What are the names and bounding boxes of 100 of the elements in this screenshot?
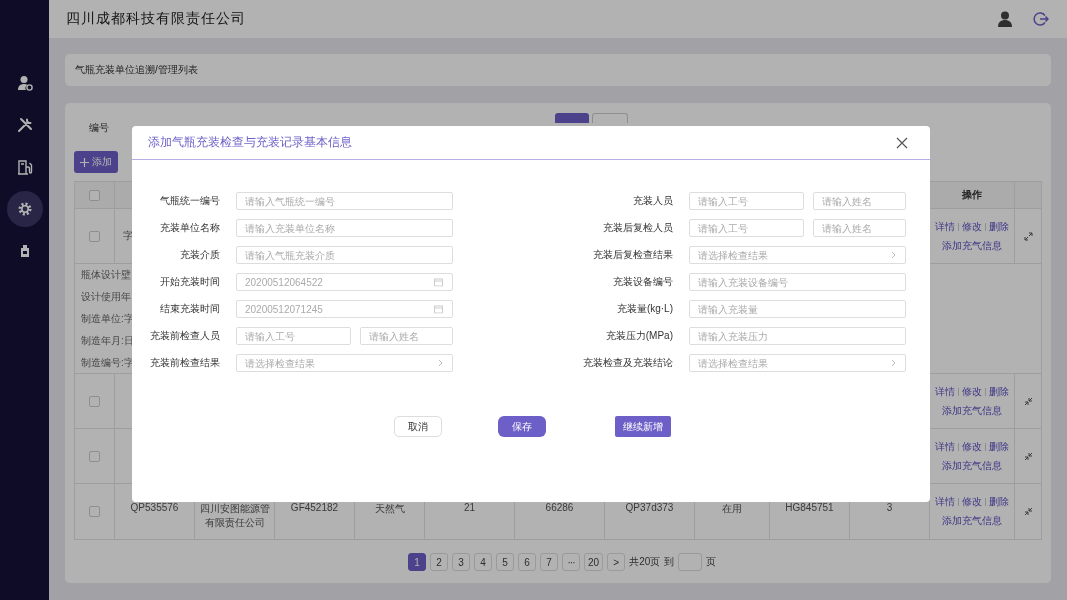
action-link[interactable]: 详情 (935, 384, 955, 399)
field-label: 开始充装时间 (159, 275, 220, 289)
table-cell: 3 (886, 502, 893, 513)
table-cell: 在用 (722, 502, 742, 516)
input-field[interactable]: 请输入气瓶充装介质 (236, 246, 453, 264)
action-link[interactable]: 修改 (962, 495, 982, 509)
table-cell: QP37d373 (625, 502, 674, 513)
input-field[interactable]: 请输入姓名 (813, 192, 906, 210)
field-label: 充装设备编号 (612, 275, 673, 289)
checkbox[interactable] (89, 506, 100, 517)
close-icon[interactable] (896, 136, 908, 149)
action-link[interactable]: 修改 (962, 384, 982, 399)
settings-icon (16, 201, 33, 217)
action-link[interactable]: 添加充气信息 (942, 403, 1002, 418)
table-cell: HG845751 (785, 502, 834, 513)
field-label: 气瓶统一编号 (159, 194, 220, 208)
checkbox[interactable] (89, 189, 100, 201)
user-gear-icon (16, 75, 33, 91)
save-button[interactable]: 保存 (498, 416, 546, 437)
input-field[interactable]: 请输入工号 (689, 219, 805, 237)
table-cell: 四川安图能源管有限责任公司 (198, 502, 271, 530)
page-button[interactable]: 1 (408, 553, 426, 571)
checkbox[interactable] (89, 450, 100, 462)
field-label: 充装前检查人员 (149, 329, 220, 343)
page-button[interactable]: 4 (474, 553, 492, 571)
select-field[interactable]: 请选择检查结果 (236, 354, 453, 372)
date-field[interactable]: 20200512071245 (236, 300, 453, 318)
page-unit: 页 (706, 555, 717, 569)
action-link[interactable]: 添加充气信息 (942, 238, 1002, 253)
action-link[interactable]: 详情 (935, 495, 955, 509)
field-label: 充装单位名称 (159, 221, 220, 235)
add-button[interactable]: 添加 (74, 151, 118, 173)
action-link[interactable]: 删除 (989, 219, 1009, 234)
table-cell: 字 (123, 229, 133, 243)
field-label: 充装压力(MPa) (604, 329, 673, 343)
field-label: 充装前检查结果 (149, 356, 220, 370)
table-cell: QP535576 (130, 502, 179, 513)
checkbox[interactable] (89, 230, 100, 242)
next-page-button[interactable]: > (607, 553, 626, 571)
select-field[interactable]: 请选择检查结果 (689, 354, 906, 372)
cancel-button[interactable]: 取消 (394, 416, 442, 437)
chevron-icon (891, 251, 896, 259)
field-label: 充装量(kg·L) (615, 302, 673, 316)
action-link[interactable]: 详情 (935, 219, 955, 234)
tools-icon (16, 117, 33, 133)
page-input[interactable] (678, 553, 703, 571)
logout-icon[interactable] (1033, 11, 1049, 27)
page-button[interactable]: 5 (496, 553, 514, 571)
input-field[interactable]: 请输入充装单位名称 (236, 219, 453, 237)
action-link[interactable]: 修改 (962, 219, 982, 234)
plus-icon (80, 157, 89, 167)
chevron-icon (891, 359, 896, 367)
field-label: 充装后复检查结果 (592, 248, 673, 262)
page-button[interactable]: 7 (540, 553, 558, 571)
page-button[interactable]: 6 (518, 553, 536, 571)
action-link[interactable]: 详情 (935, 439, 955, 454)
user-icon[interactable] (997, 11, 1013, 27)
collapse-icon[interactable] (1023, 507, 1033, 516)
page-button[interactable]: 20 (584, 553, 604, 571)
page-button[interactable]: 2 (430, 553, 448, 571)
table-cell: 天然气 (374, 502, 405, 516)
input-field[interactable]: 请输入工号 (689, 192, 805, 210)
action-link[interactable]: 删除 (989, 384, 1009, 399)
field-label: 充装后复检人员 (602, 221, 673, 235)
expand-icon[interactable] (1023, 231, 1033, 241)
detail-text: 制造年月:日 (81, 333, 134, 348)
page-total: 共20页 (629, 555, 661, 569)
action-link[interactable]: 删除 (989, 439, 1009, 454)
action-link[interactable]: 添加充气信息 (942, 514, 1002, 528)
page-button[interactable]: 3 (452, 553, 470, 571)
collapse-icon[interactable] (1023, 396, 1033, 406)
select-field[interactable]: 请选择检查结果 (689, 246, 906, 264)
field-label: 充装人员 (632, 194, 673, 208)
input-field[interactable]: 请输入气瓶统一编号 (236, 192, 453, 210)
table-cell: 21 (463, 502, 476, 513)
checkbox[interactable] (89, 395, 100, 407)
continue-button[interactable]: 继续新增 (615, 416, 671, 437)
date-field[interactable]: 20200512064522 (236, 273, 453, 291)
calendar-icon (434, 277, 443, 287)
detail-text: 设计使用年 (81, 289, 131, 304)
dialog-title: 添加气瓶充装检查与充装记录基本信息 (148, 134, 352, 151)
collapse-icon[interactable] (1023, 451, 1033, 461)
input-field[interactable]: 请输入充装设备编号 (689, 273, 906, 291)
input-field[interactable]: 请输入姓名 (360, 327, 453, 345)
sidebar-item[interactable] (6, 191, 43, 227)
action-link[interactable]: 修改 (962, 439, 982, 454)
input-field[interactable]: 请输入充装量 (689, 300, 906, 318)
chevron-icon (438, 359, 443, 367)
table-cell: GF452182 (290, 502, 339, 513)
column-header: 操作 (962, 188, 982, 202)
input-field[interactable]: 请输入工号 (236, 327, 352, 345)
input-field[interactable]: 请输入姓名 (813, 219, 906, 237)
input-field[interactable]: 请输入充装压力 (689, 327, 906, 345)
field-label: 充装检查及充装结论 (582, 356, 673, 370)
fuel-station-icon (16, 159, 33, 175)
detail-text: 瓶体设计壁 (81, 267, 131, 282)
more-pages-button[interactable]: ··· (562, 553, 580, 571)
action-link[interactable]: 添加充气信息 (942, 458, 1002, 473)
action-link[interactable]: 删除 (989, 495, 1009, 509)
field-label: 充装介质 (179, 248, 220, 262)
